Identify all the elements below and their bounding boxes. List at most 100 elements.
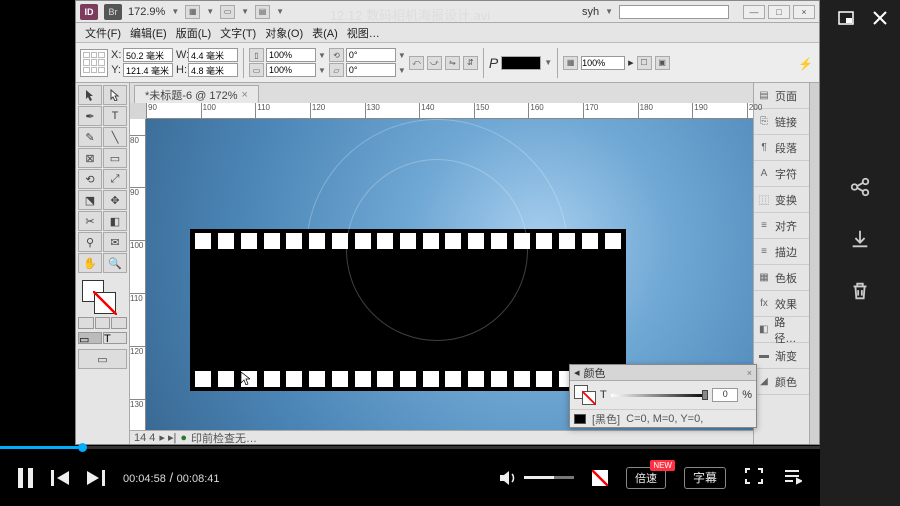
scale-x-input[interactable]: [266, 63, 316, 77]
close-button[interactable]: ×: [793, 5, 815, 19]
minimize-button[interactable]: —: [743, 5, 765, 19]
effects-icon[interactable]: ☐: [637, 56, 652, 70]
rotate-input[interactable]: [346, 48, 396, 62]
menu-table[interactable]: 表(A): [309, 25, 341, 41]
menu-layout[interactable]: 版面(L): [173, 25, 214, 41]
panel-stroke[interactable]: ≡描边: [754, 239, 809, 265]
rotate-ccw-icon[interactable]: ⤺: [409, 56, 424, 70]
document-tab[interactable]: *未标题-6 @ 172%×: [134, 85, 259, 103]
w-input[interactable]: [188, 48, 238, 62]
format-container-icon[interactable]: ▭: [78, 332, 102, 344]
panel-gradient[interactable]: ▬渐变: [754, 343, 809, 369]
pen-tool[interactable]: ✒: [78, 106, 102, 126]
cursor-icon: [240, 371, 250, 385]
panel-pathfinder[interactable]: ◧路径…: [754, 317, 809, 343]
pencil-tool[interactable]: ✎: [78, 127, 102, 147]
scale-x-icon: ▭: [249, 63, 264, 77]
delete-icon[interactable]: [849, 280, 871, 302]
menu-view[interactable]: 视图…: [344, 25, 383, 41]
fullscreen-button[interactable]: [744, 467, 764, 488]
panel-align[interactable]: ≡对齐: [754, 213, 809, 239]
shear-tool[interactable]: ⬔: [78, 190, 102, 210]
fill-stroke-swatch[interactable]: [78, 278, 127, 314]
shear-input[interactable]: [346, 63, 396, 77]
p-mode-icon[interactable]: P: [489, 55, 498, 71]
tint-slider[interactable]: [611, 394, 708, 397]
hand-tool[interactable]: ✋: [78, 253, 102, 273]
selection-tool[interactable]: [78, 85, 102, 105]
progress-bar[interactable]: [0, 446, 820, 449]
page-nav[interactable]: 14 4: [134, 432, 155, 444]
bridge-icon[interactable]: Br: [104, 4, 122, 20]
panel-toggle[interactable]: [809, 83, 819, 444]
share-icon[interactable]: [849, 176, 871, 198]
rotate-cw-icon[interactable]: ⤻: [427, 56, 442, 70]
reference-point-icon[interactable]: [80, 49, 108, 77]
apply-gradient-icon[interactable]: [95, 317, 111, 329]
playlist-button[interactable]: [782, 467, 802, 488]
filmstrip-object[interactable]: [190, 229, 626, 391]
gradient-tool[interactable]: ◧: [103, 211, 127, 231]
volume-control[interactable]: [498, 469, 574, 487]
panel-swatches[interactable]: ▦色板: [754, 265, 809, 291]
direct-selection-tool[interactable]: [103, 85, 127, 105]
app-logo-icon: ID: [80, 4, 98, 20]
wrap-icon[interactable]: ▣: [655, 56, 670, 70]
arrange-icon[interactable]: ▤: [255, 5, 270, 19]
h-input[interactable]: [188, 63, 238, 77]
rectangle-tool[interactable]: ▭: [103, 148, 127, 168]
color-panel-float[interactable]: ◂颜色× T 0 % [黑色] C=0, M=0, Y=0,: [569, 364, 757, 428]
speed-button[interactable]: 倍速NEW: [626, 467, 666, 489]
eyedropper-tool[interactable]: ⚲: [78, 232, 102, 252]
next-button[interactable]: [87, 470, 105, 486]
note-tool[interactable]: ✉: [103, 232, 127, 252]
rotate-tool[interactable]: ⟲: [78, 169, 102, 189]
preflight-status[interactable]: 印前检查无…: [191, 430, 257, 445]
pause-button[interactable]: [18, 468, 33, 488]
panel-close-icon[interactable]: ×: [747, 368, 752, 378]
menu-type[interactable]: 文字(T): [217, 25, 259, 41]
y-input[interactable]: [123, 63, 173, 77]
color-swatch-icon[interactable]: [574, 385, 596, 405]
opacity-icon: ▦: [563, 56, 578, 70]
panel-character[interactable]: A字符: [754, 161, 809, 187]
quick-apply-icon[interactable]: ⚡: [798, 57, 813, 71]
zoom-tool[interactable]: 🔍: [103, 253, 127, 273]
view-mode-tool[interactable]: ▭: [78, 349, 127, 369]
panel-paragraph[interactable]: ¶段落: [754, 135, 809, 161]
help-search-input[interactable]: [619, 5, 729, 19]
flip-h-icon[interactable]: ⇋: [445, 56, 460, 70]
zoom-level[interactable]: 172.9%: [128, 6, 165, 18]
tint-value[interactable]: 0: [712, 388, 738, 402]
opacity-input[interactable]: [581, 56, 625, 70]
menu-object[interactable]: 对象(O): [262, 25, 306, 41]
type-tool[interactable]: T: [103, 106, 127, 126]
panel-transform[interactable]: ⿲变换: [754, 187, 809, 213]
flip-v-icon[interactable]: ⇵: [463, 56, 478, 70]
scale-y-input[interactable]: [266, 48, 316, 62]
scale-tool[interactable]: ⤢: [103, 169, 127, 189]
screen-mode-icon[interactable]: ▭: [220, 5, 235, 19]
apply-color-icon[interactable]: [78, 317, 94, 329]
menu-edit[interactable]: 编辑(E): [127, 25, 170, 41]
vertical-ruler[interactable]: 80 90 100 110 120 130: [130, 119, 146, 430]
scissors-tool[interactable]: ✂: [78, 211, 102, 231]
horizontal-ruler[interactable]: 90 100 110 120 130 140 150 160 170 180 1…: [146, 103, 753, 119]
stroke-preview-icon[interactable]: [501, 56, 541, 70]
free-transform-tool[interactable]: ✥: [103, 190, 127, 210]
x-input[interactable]: [123, 48, 173, 62]
panel-color[interactable]: ◢颜色: [754, 369, 809, 395]
subtitle-button[interactable]: 字幕: [684, 467, 726, 489]
view-mode-icon[interactable]: ▦: [185, 5, 200, 19]
line-tool[interactable]: ╲: [103, 127, 127, 147]
maximize-button[interactable]: □: [768, 5, 790, 19]
rectangle-frame-tool[interactable]: ⊠: [78, 148, 102, 168]
apply-none-icon[interactable]: [111, 317, 127, 329]
menu-file[interactable]: 文件(F): [82, 25, 124, 41]
format-text-icon[interactable]: T: [103, 332, 127, 344]
tools-panel: ✒ T ✎ ╲ ⊠ ▭ ⟲ ⤢ ⬔ ✥ ✂ ◧ ⚲ ✉ ✋ 🔍: [76, 83, 130, 444]
prev-button[interactable]: [51, 470, 69, 486]
pip-icon[interactable]: [838, 10, 854, 26]
close-icon[interactable]: [872, 10, 888, 26]
download-icon[interactable]: [849, 228, 871, 250]
